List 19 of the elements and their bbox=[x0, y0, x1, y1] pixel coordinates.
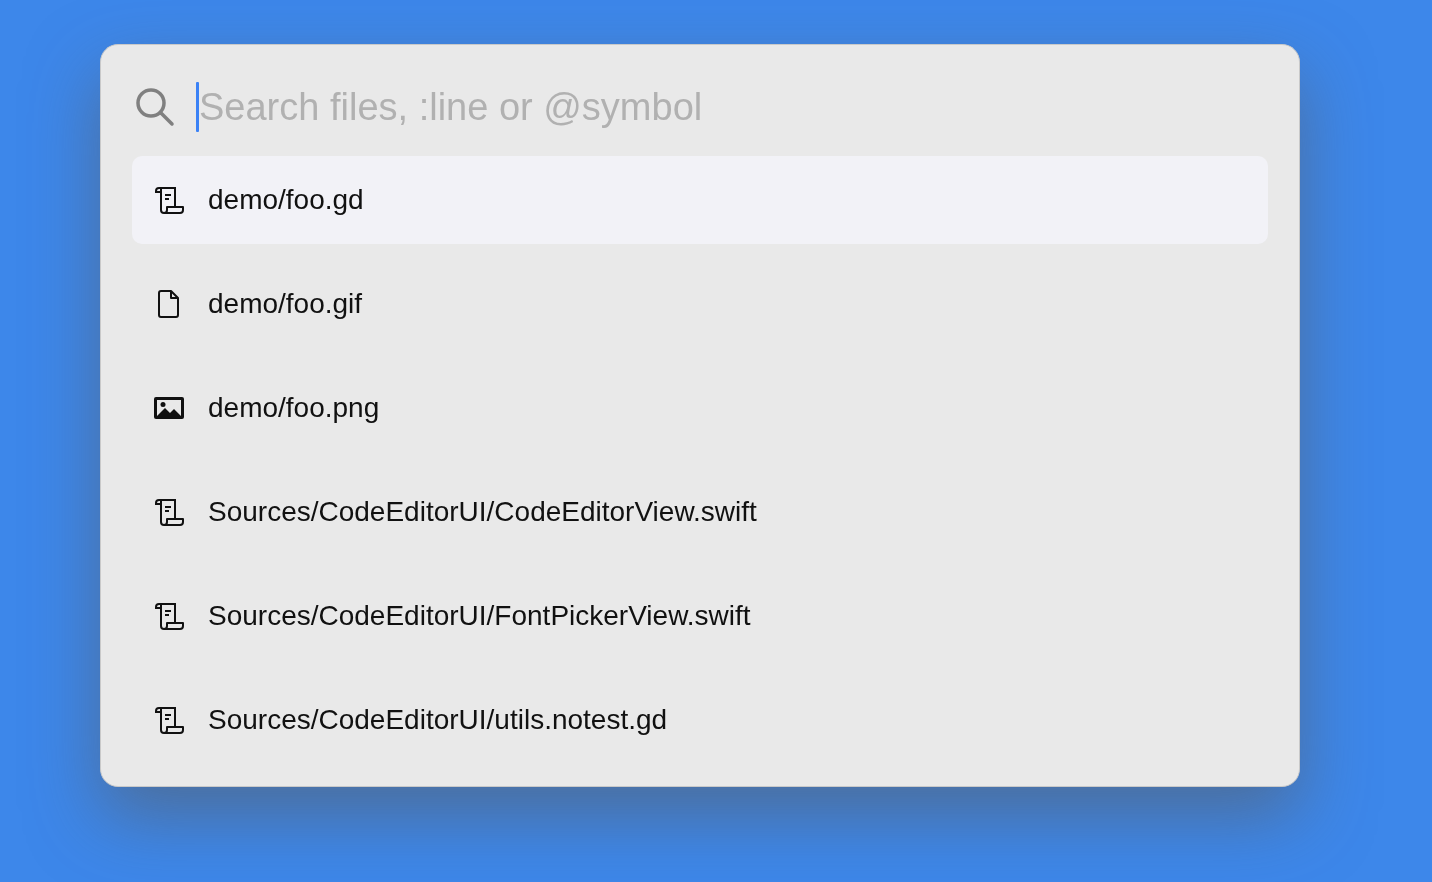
file-path: demo/foo.gd bbox=[208, 184, 364, 216]
file-result[interactable]: Sources/CodeEditorUI/CodeEditorView.swift bbox=[132, 468, 1268, 556]
file-path: demo/foo.gif bbox=[208, 288, 363, 320]
text-cursor bbox=[196, 82, 199, 132]
file-path: Sources/CodeEditorUI/FontPickerView.swift bbox=[208, 600, 751, 632]
file-result[interactable]: demo/foo.png bbox=[132, 364, 1268, 452]
file-path: Sources/CodeEditorUI/utils.notest.gd bbox=[208, 704, 668, 736]
scroll-icon bbox=[152, 496, 186, 528]
scroll-icon bbox=[152, 600, 186, 632]
scroll-icon bbox=[152, 184, 186, 216]
search-field[interactable]: Search files, :line or @symbol bbox=[199, 82, 1268, 132]
file-path: Sources/CodeEditorUI/CodeEditorView.swift bbox=[208, 496, 757, 528]
file-result[interactable]: demo/foo.gif bbox=[132, 260, 1268, 348]
file-result[interactable]: demo/foo.gd bbox=[132, 156, 1268, 244]
search-icon bbox=[134, 86, 176, 128]
file-result[interactable]: Sources/CodeEditorUI/FontPickerView.swift bbox=[132, 572, 1268, 660]
file-path: demo/foo.png bbox=[208, 392, 380, 424]
scroll-icon bbox=[152, 704, 186, 736]
file-result[interactable]: Sources/CodeEditorUI/utils.notest.gd bbox=[132, 676, 1268, 764]
